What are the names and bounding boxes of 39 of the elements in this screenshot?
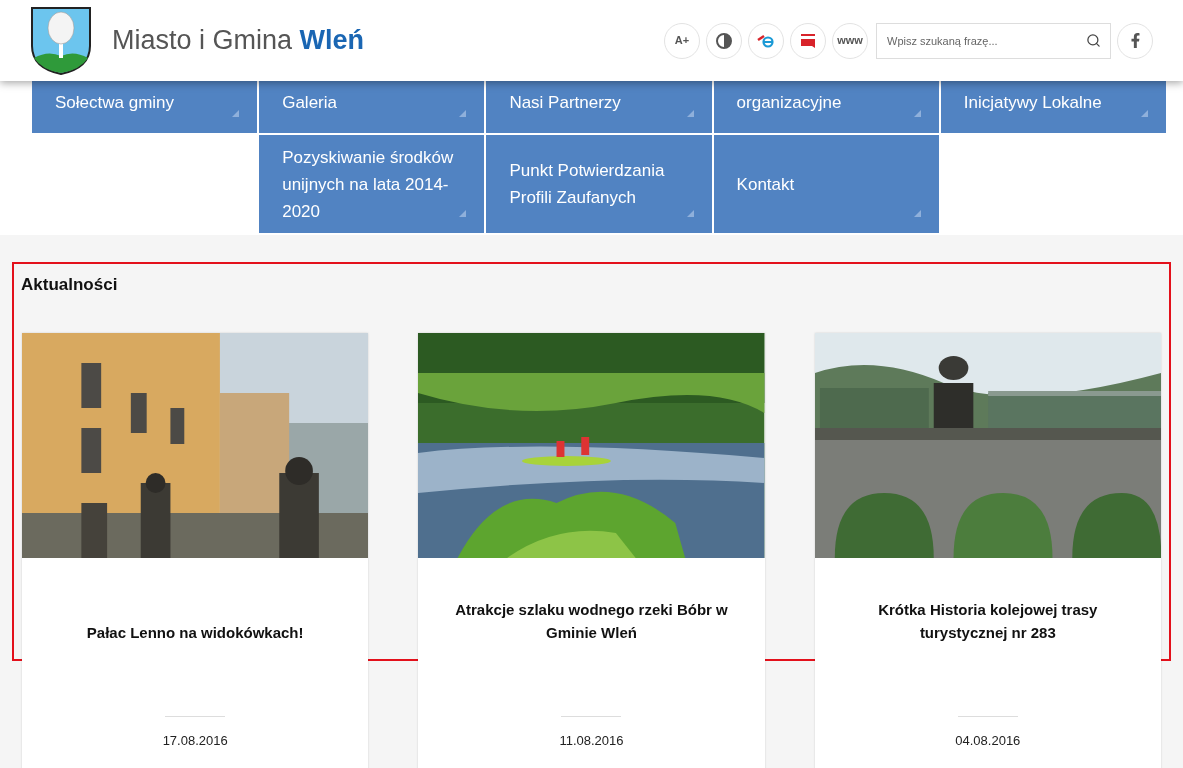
search-field[interactable]: Wpisz szukaną frazę... — [876, 22, 1111, 59]
tool-button[interactable]: www — [832, 22, 868, 59]
news-card[interactable]: Krótka Historia kolejowej trasy turystycznej nr 283 04.08.2016 — [814, 332, 1161, 768]
corner-icon — [913, 110, 921, 117]
corner-icon — [459, 110, 467, 117]
corner-icon — [686, 210, 694, 217]
menu-item[interactable]: Inicjatywy Lokalne — [940, 81, 1166, 133]
menu-item[interactable]: Galeria — [259, 81, 485, 133]
coat-of-arms-logo[interactable] — [30, 5, 92, 76]
news-card[interactable]: Atrakcje szlaku wodnego rzeki Bóbr w Gminie Wleń 11.08.2016 — [418, 332, 765, 768]
menu-item[interactable]: organizacyjne — [713, 81, 939, 133]
bip-button[interactable] — [790, 22, 826, 59]
facebook-button[interactable] — [1117, 22, 1153, 59]
site-title[interactable]: Miasto i Gmina Wleń — [112, 20, 365, 61]
corner-icon — [686, 110, 694, 117]
news-date: 11.08.2016 — [559, 731, 624, 750]
news-card[interactable]: Pałac Lenno na widokówkach! 17.08.2016 — [22, 332, 369, 768]
contrast-button[interactable] — [706, 22, 742, 59]
menu-item[interactable]: Pozyskiwanie środków unijnych na lata 2014-2020 — [259, 135, 485, 233]
news-title[interactable]: Atrakcje szlaku wodnego rzeki Bóbr w Gminie Wleń — [448, 597, 735, 644]
news-title[interactable]: Krótka Historia kolejowej trasy turystycznej nr 283 — [844, 597, 1131, 644]
corner-icon — [913, 210, 921, 217]
search-icon[interactable] — [1086, 32, 1101, 48]
news-date: 17.08.2016 — [162, 731, 228, 750]
e-letter-icon — [757, 33, 775, 48]
menu-item[interactable]: Nasi Partnerzy — [486, 81, 712, 133]
contrast-icon — [716, 32, 732, 49]
epuap-button[interactable] — [748, 22, 784, 59]
corner-icon — [232, 110, 240, 117]
news-title[interactable]: Pałac Lenno na widokówkach! — [86, 620, 304, 644]
flag-icon — [800, 32, 816, 49]
menu-item[interactable]: Sołectwa gminy — [32, 81, 258, 133]
news-date: 04.08.2016 — [955, 731, 1021, 750]
tool-button[interactable]: A+ — [664, 22, 700, 59]
corner-icon — [459, 210, 467, 217]
section-heading: Aktualności — [20, 274, 119, 296]
corner-icon — [1141, 110, 1148, 117]
menu-item[interactable]: Kontakt — [713, 135, 939, 233]
menu-item[interactable]: Punkt Potwierdzania Profili Zaufanych — [486, 135, 712, 233]
